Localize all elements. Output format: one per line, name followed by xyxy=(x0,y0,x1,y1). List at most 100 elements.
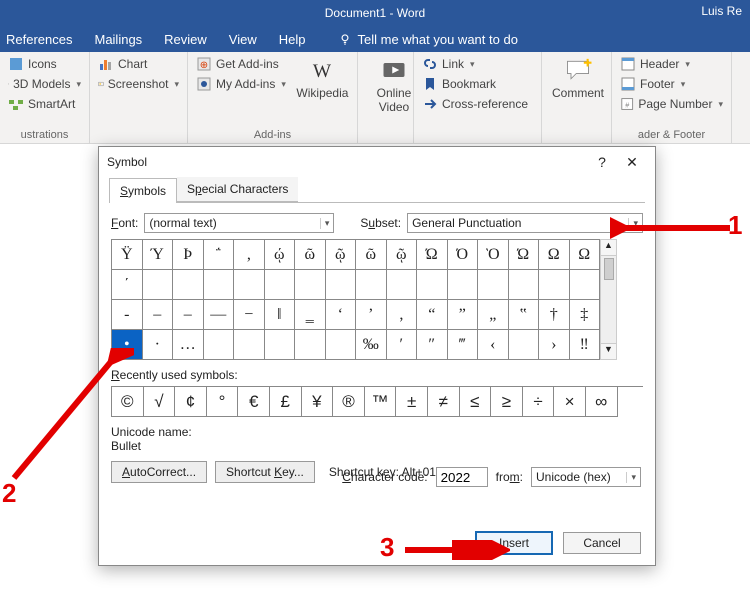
symbol-cell[interactable]: “ xyxy=(417,300,448,330)
symbol-cell[interactable]: ‘ xyxy=(326,300,357,330)
symbol-cell[interactable]: ‟ xyxy=(509,300,540,330)
link-button[interactable]: Link xyxy=(422,56,533,72)
recent-symbol-cell[interactable]: ∞ xyxy=(586,387,618,417)
tab-help[interactable]: Help xyxy=(279,32,306,47)
symbol-cell[interactable] xyxy=(387,270,418,300)
symbol-cell[interactable] xyxy=(143,270,174,300)
symbol-cell[interactable]: ‼ xyxy=(570,330,601,360)
subset-combo[interactable]: General Punctuation▾ xyxy=(407,213,643,233)
get-addins-button[interactable]: ⊕Get Add-ins xyxy=(196,56,286,72)
symbol-cell[interactable]: Ό xyxy=(448,240,479,270)
recent-symbol-cell[interactable]: £ xyxy=(270,387,302,417)
screenshot-button[interactable]: Screenshot xyxy=(98,76,179,92)
symbol-cell[interactable]: • xyxy=(112,330,143,360)
dialog-titlebar[interactable]: Symbol ? ✕ xyxy=(99,147,655,177)
recent-symbols[interactable]: ©√¢°€£¥®™±≠≤≥÷×∞ xyxy=(111,386,643,417)
recent-symbol-cell[interactable]: ÷ xyxy=(523,387,555,417)
3d-models-button[interactable]: 3D Models xyxy=(8,76,81,92)
symbol-cell[interactable] xyxy=(509,270,540,300)
symbol-cell[interactable] xyxy=(234,330,265,360)
scroll-down-icon[interactable]: ▼ xyxy=(601,343,616,359)
recent-symbol-cell[interactable]: √ xyxy=(144,387,176,417)
page-number-button[interactable]: #Page Number xyxy=(620,96,723,112)
symbol-cell[interactable]: Ύ xyxy=(143,240,174,270)
insert-button[interactable]: Insert xyxy=(475,531,553,555)
symbol-cell[interactable]: ῴ xyxy=(265,240,296,270)
symbol-cell[interactable]: ῷ xyxy=(387,240,418,270)
symbol-cell[interactable] xyxy=(448,270,479,300)
cross-reference-button[interactable]: Cross-reference xyxy=(422,96,533,112)
symbol-cell[interactable]: › xyxy=(539,330,570,360)
tab-symbols[interactable]: Symbols xyxy=(109,178,177,203)
grid-scrollbar[interactable]: ▲ ▼ xyxy=(600,239,617,360)
recent-symbol-cell[interactable]: ≤ xyxy=(460,387,492,417)
symbol-cell[interactable]: - xyxy=(112,300,143,330)
footer-button[interactable]: Footer xyxy=(620,76,723,92)
bookmark-button[interactable]: Bookmark xyxy=(422,76,533,92)
symbol-cell[interactable]: · xyxy=(143,330,174,360)
recent-symbol-cell[interactable]: ≥ xyxy=(491,387,523,417)
symbol-cell[interactable] xyxy=(204,270,235,300)
from-combo[interactable]: Unicode (hex)▾ xyxy=(531,467,641,487)
symbol-cell[interactable] xyxy=(356,270,387,300)
symbol-cell[interactable] xyxy=(570,270,601,300)
symbol-cell[interactable]: ‰ xyxy=(356,330,387,360)
header-button[interactable]: Header xyxy=(620,56,723,72)
symbol-cell[interactable]: ‴ xyxy=(448,330,479,360)
symbol-cell[interactable]: ‖ xyxy=(265,300,296,330)
symbol-cell[interactable]: ῷ xyxy=(326,240,357,270)
symbol-cell[interactable]: ‡ xyxy=(570,300,601,330)
symbol-cell[interactable] xyxy=(234,270,265,300)
symbol-cell[interactable]: ′ xyxy=(387,330,418,360)
symbol-cell[interactable] xyxy=(509,330,540,360)
symbol-cell[interactable]: ‒ xyxy=(143,300,174,330)
symbol-cell[interactable]: Ώ xyxy=(509,240,540,270)
autocorrect-button[interactable]: AutoCorrect... xyxy=(111,461,207,483)
symbol-cell[interactable]: Ϋ xyxy=(112,240,143,270)
tab-special-characters[interactable]: Special Characters xyxy=(177,177,298,202)
recent-symbol-cell[interactable]: ± xyxy=(396,387,428,417)
tab-references[interactable]: References xyxy=(6,32,72,47)
symbol-cell[interactable] xyxy=(265,330,296,360)
symbol-cell[interactable]: ΄ xyxy=(112,270,143,300)
symbol-cell[interactable] xyxy=(326,330,357,360)
wikipedia-button[interactable]: W Wikipedia xyxy=(296,56,349,100)
symbol-cell[interactable] xyxy=(539,270,570,300)
shortcut-key-button[interactable]: Shortcut Key... xyxy=(215,461,315,483)
symbol-cell[interactable]: ″ xyxy=(417,330,448,360)
tab-view[interactable]: View xyxy=(229,32,257,47)
recent-symbol-cell[interactable]: © xyxy=(112,387,144,417)
symbol-cell[interactable] xyxy=(204,330,235,360)
icons-button[interactable]: Icons xyxy=(8,56,81,72)
symbol-cell[interactable]: ‚ xyxy=(387,300,418,330)
symbol-cell[interactable] xyxy=(295,330,326,360)
symbol-cell[interactable]: Ώ xyxy=(417,240,448,270)
symbol-cell[interactable]: ῶ xyxy=(356,240,387,270)
symbol-cell[interactable]: – xyxy=(173,300,204,330)
symbol-cell[interactable]: Ω xyxy=(570,240,601,270)
symbol-cell[interactable]: † xyxy=(539,300,570,330)
my-addins-button[interactable]: My Add-ins xyxy=(196,76,286,92)
symbol-cell[interactable]: Ω xyxy=(539,240,570,270)
recent-symbol-cell[interactable]: ™ xyxy=(365,387,397,417)
recent-symbol-cell[interactable]: ≠ xyxy=(428,387,460,417)
cancel-button[interactable]: Cancel xyxy=(563,532,641,554)
symbol-cell[interactable]: Ὸ xyxy=(478,240,509,270)
symbol-cell[interactable]: ‗ xyxy=(295,300,326,330)
symbol-cell[interactable] xyxy=(478,270,509,300)
recent-symbol-cell[interactable]: ¥ xyxy=(302,387,334,417)
symbol-cell[interactable]: ΅ xyxy=(204,240,235,270)
scroll-up-icon[interactable]: ▲ xyxy=(601,240,616,256)
char-code-input[interactable] xyxy=(436,467,488,487)
font-combo[interactable]: (normal text)▾ xyxy=(144,213,334,233)
symbol-cell[interactable]: ‹ xyxy=(478,330,509,360)
symbol-cell[interactable]: ῶ xyxy=(295,240,326,270)
symbol-cell[interactable]: ” xyxy=(448,300,479,330)
symbol-cell[interactable]: Ϸ xyxy=(173,240,204,270)
recent-symbol-cell[interactable]: ® xyxy=(333,387,365,417)
tab-mailings[interactable]: Mailings xyxy=(94,32,142,47)
symbol-grid[interactable]: ΫΎϷ΅‚ῴῶῷῶῷΏΌῸΏΩΩ΄-‒–—−‖‗‘’‚“”„‟†‡•·…‰′″‴… xyxy=(111,239,600,360)
recent-symbol-cell[interactable]: × xyxy=(554,387,586,417)
symbol-cell[interactable]: — xyxy=(204,300,235,330)
symbol-cell[interactable] xyxy=(295,270,326,300)
